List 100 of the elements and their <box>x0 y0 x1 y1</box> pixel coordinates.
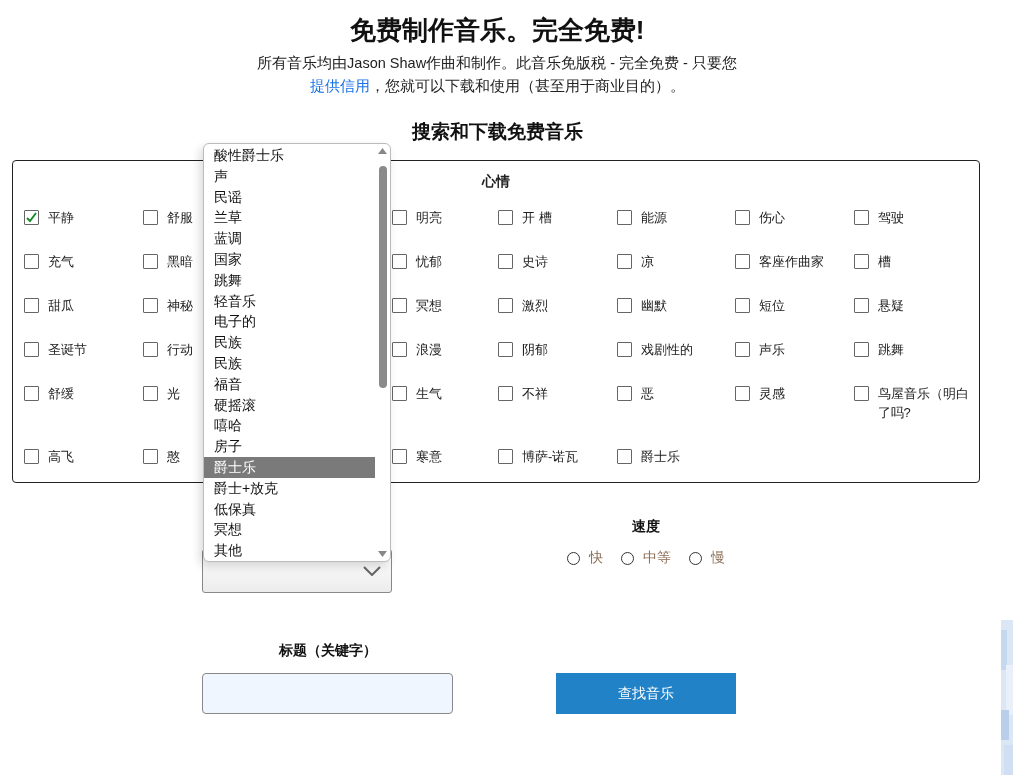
mood-label: 驾驶 <box>877 209 904 227</box>
checkbox[interactable] <box>498 210 513 225</box>
genre-option[interactable]: 嘻哈 <box>204 415 375 437</box>
checkbox[interactable] <box>735 254 750 269</box>
checkbox[interactable] <box>142 342 158 357</box>
genre-option[interactable]: 轻音乐 <box>204 290 375 312</box>
checkbox[interactable] <box>142 254 158 269</box>
genre-option[interactable]: 爵士+放克 <box>204 477 375 499</box>
genre-option[interactable]: 民族 <box>204 352 375 374</box>
checkbox[interactable] <box>142 386 158 401</box>
mood-label: 悬疑 <box>877 297 904 315</box>
checkbox[interactable] <box>391 449 407 464</box>
mood-label: 阴郁 <box>522 341 548 359</box>
mood-label: 恶 <box>640 385 654 403</box>
mood-label: 幽默 <box>640 297 667 315</box>
mood-label: 伤心 <box>759 209 785 227</box>
mood-label: 行动 <box>166 341 193 359</box>
checkbox[interactable] <box>391 298 407 313</box>
checkbox[interactable] <box>853 298 869 313</box>
speed-option[interactable]: 中等 <box>621 549 671 567</box>
checkbox[interactable] <box>853 254 869 269</box>
genre-option[interactable]: 跳舞 <box>204 269 375 291</box>
mood-label: 灵感 <box>759 385 785 403</box>
genre-option[interactable]: 房子 <box>204 436 375 457</box>
checkbox[interactable] <box>853 386 869 401</box>
mood-label: 神秘 <box>166 297 193 315</box>
intro-text: 所有音乐均由Jason Shaw作曲和制作。此音乐免版税 - 完全免费 - 只要您 提供信用，您就可以下载和使用（甚至用于商业目的）。 <box>256 54 738 96</box>
mood-label: 忧郁 <box>415 253 442 271</box>
checkbox[interactable] <box>391 210 407 225</box>
checkbox[interactable] <box>853 210 869 225</box>
genre-option[interactable]: 冥想 <box>204 519 375 541</box>
checkbox[interactable] <box>24 449 39 464</box>
genre-option[interactable]: 酸性爵士乐 <box>204 145 375 166</box>
checkbox[interactable] <box>142 449 158 464</box>
checkbox[interactable] <box>24 210 39 225</box>
checkbox[interactable] <box>735 342 750 357</box>
genre-option[interactable]: 其他 <box>204 540 375 561</box>
search-button[interactable]: 查找音乐 <box>556 673 736 714</box>
genre-option[interactable]: 民族 <box>204 332 375 353</box>
scroll-up-icon[interactable] <box>378 148 387 154</box>
mood-label: 槽 <box>877 253 891 271</box>
mood-label: 鸟屋音乐（明白了吗? <box>877 385 970 422</box>
genre-option[interactable]: 民谣 <box>204 186 375 208</box>
checkbox[interactable] <box>498 386 513 401</box>
mood-label: 不祥 <box>522 385 548 403</box>
checkbox[interactable] <box>616 342 632 357</box>
mood-label: 甜瓜 <box>48 297 74 315</box>
mood-label: 平静 <box>48 209 74 227</box>
mood-label: 冥想 <box>415 297 442 315</box>
genre-option[interactable]: 福音 <box>204 373 375 395</box>
radio-button[interactable] <box>567 551 580 565</box>
scroll-down-icon[interactable] <box>378 551 387 557</box>
genre-option[interactable]: 蓝调 <box>204 228 375 249</box>
mood-label: 史诗 <box>522 253 548 271</box>
checkbox[interactable] <box>498 449 513 464</box>
mood-label: 黑暗 <box>166 253 193 271</box>
speed-option[interactable]: 慢 <box>689 549 725 567</box>
checkbox[interactable] <box>616 449 632 464</box>
genre-option[interactable]: 低保真 <box>204 498 375 520</box>
genre-option[interactable]: 声 <box>204 165 375 187</box>
credit-link[interactable]: 提供信用 <box>309 78 370 94</box>
speed-label: 速度 <box>632 517 660 535</box>
genre-option[interactable]: 国家 <box>204 249 375 270</box>
checkbox[interactable] <box>616 386 632 401</box>
mood-label: 舒缓 <box>48 385 74 403</box>
keywords-field[interactable] <box>202 673 453 714</box>
genre-option[interactable]: 兰草 <box>204 207 375 229</box>
checkbox[interactable] <box>391 386 407 401</box>
mood-label: 凉 <box>640 253 654 271</box>
checkbox[interactable] <box>142 210 158 225</box>
genre-option[interactable]: 爵士乐 <box>204 456 375 478</box>
mood-title: 心情 <box>482 172 511 190</box>
mood-label: 激烈 <box>522 297 548 315</box>
checkbox[interactable] <box>391 254 407 269</box>
checkbox[interactable] <box>735 386 750 401</box>
checkbox[interactable] <box>616 210 632 225</box>
mood-label: 憨 <box>166 448 180 466</box>
scrollbar-thumb[interactable] <box>378 166 387 388</box>
checkbox[interactable] <box>498 342 513 357</box>
mood-label: 生气 <box>415 385 442 403</box>
checkbox[interactable] <box>142 298 158 313</box>
genre-option[interactable]: 电子的 <box>204 311 375 333</box>
checkbox[interactable] <box>24 386 39 401</box>
checkbox[interactable] <box>616 254 632 269</box>
mood-label: 浪漫 <box>415 341 442 359</box>
checkbox[interactable] <box>735 210 750 225</box>
checkbox[interactable] <box>498 254 513 269</box>
speed-option[interactable]: 快 <box>567 549 603 567</box>
checkbox[interactable] <box>24 298 39 313</box>
checkbox[interactable] <box>616 298 632 313</box>
checkbox[interactable] <box>735 298 750 313</box>
checkbox[interactable] <box>24 342 39 357</box>
mood-label: 高飞 <box>48 448 74 466</box>
radio-button[interactable] <box>689 551 702 565</box>
genre-option[interactable]: 硬摇滚 <box>204 394 375 416</box>
checkbox[interactable] <box>391 342 407 357</box>
checkbox[interactable] <box>853 342 869 357</box>
checkbox[interactable] <box>24 254 39 269</box>
radio-button[interactable] <box>621 551 634 565</box>
checkbox[interactable] <box>498 298 513 313</box>
